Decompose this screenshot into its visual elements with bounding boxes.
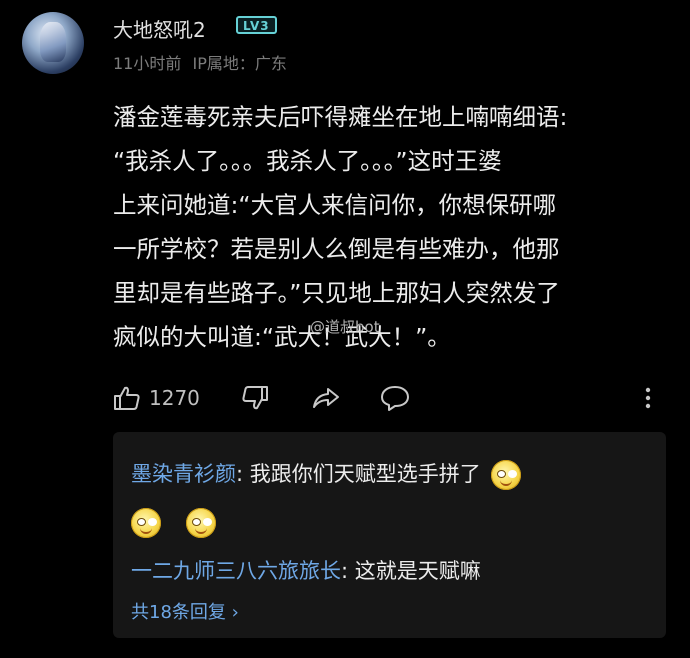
- reply-emoji-line: [131, 508, 216, 538]
- smiling-face-emoji: [185, 508, 216, 538]
- content-line: “我杀人了。。。我杀人了。。。”这时王婆: [113, 147, 502, 175]
- content-line: 里却是有些路子。”只见地上那妇人突然发了: [113, 279, 560, 307]
- reply-colon: :: [236, 462, 250, 486]
- watermark: @道叔bot: [310, 318, 380, 336]
- reply-colon: :: [341, 559, 355, 583]
- comment-icon: [379, 384, 411, 412]
- content-line: 疯似的大叫道:“武大！武大！”。: [113, 323, 451, 351]
- content-line: 上来问她道:“大官人来信问你，你想保研哪: [113, 191, 557, 219]
- content-line: 一所学校？若是别人么倒是有些难办，他那: [113, 235, 560, 263]
- reply-text: 这就是天赋嘛: [354, 559, 481, 583]
- reply-preview[interactable]: 墨染青衫颜: 我跟你们天赋型选手拼了 一二九师三八六旅旅长: 这就是天赋嘛 共1…: [113, 432, 666, 638]
- dislike-button[interactable]: [241, 378, 269, 418]
- share-icon: [311, 384, 341, 412]
- level-badge: LV3: [236, 16, 277, 34]
- post-content: 潘金莲毒死亲夫后吓得瘫坐在地上喃喃细语: “我杀人了。。。我杀人了。。。”这时王…: [113, 95, 673, 359]
- thumbs-up-icon: [113, 384, 141, 412]
- reply-author[interactable]: 墨染青衫颜: [131, 462, 236, 486]
- smiling-face-emoji: [131, 508, 161, 538]
- content-line: 潘金莲毒死亲夫后吓得瘫坐在地上喃喃细语:: [113, 103, 568, 131]
- thumbs-down-icon: [241, 384, 269, 412]
- comment-button[interactable]: [379, 378, 411, 418]
- view-more-replies-link[interactable]: 共18条回复 ›: [131, 598, 239, 624]
- reply-item[interactable]: 一二九师三八六旅旅长: 这就是天赋嘛: [131, 555, 481, 585]
- like-button[interactable]: 1270: [113, 378, 200, 418]
- username[interactable]: 大地怒吼2: [113, 14, 206, 43]
- action-bar: 1270: [113, 378, 673, 418]
- reply-author[interactable]: 一二九师三八六旅旅长: [131, 559, 341, 583]
- post-meta: 11小时前 IP属地：广东: [113, 50, 293, 74]
- reply-item[interactable]: 墨染青衫颜: 我跟你们天赋型选手拼了: [131, 458, 522, 490]
- smiling-face-emoji: [491, 460, 522, 490]
- avatar[interactable]: [22, 12, 84, 74]
- more-vertical-icon: [643, 384, 653, 412]
- ip-location: IP属地：广东: [192, 54, 287, 73]
- post-time: 11小时前: [113, 54, 182, 73]
- reply-text: 我跟你们天赋型选手拼了: [249, 462, 481, 486]
- more-button[interactable]: [643, 378, 653, 418]
- share-button[interactable]: [311, 378, 341, 418]
- like-count: 1270: [149, 386, 200, 410]
